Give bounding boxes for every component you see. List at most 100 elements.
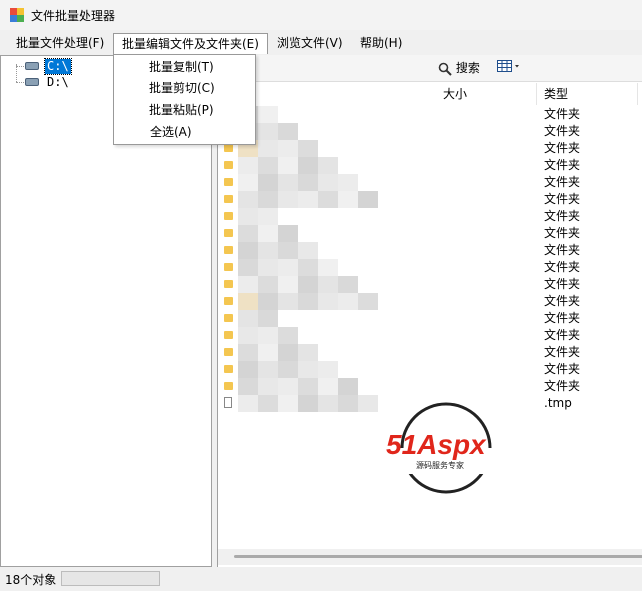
redacted-name-block (238, 208, 258, 225)
file-row[interactable]: 文件夹 (224, 174, 639, 191)
redacted-name-block (238, 327, 258, 344)
view-mode-button[interactable] (497, 59, 521, 77)
redacted-name-block (298, 140, 318, 157)
drive-icon (25, 78, 39, 86)
redacted-name-block (338, 395, 358, 412)
redacted-name-block (238, 395, 258, 412)
file-type-cell: .tmp (544, 396, 572, 410)
menu-batch-file[interactable]: 批量文件处理(F) (10, 33, 110, 53)
column-header-type[interactable]: 类型 (538, 83, 638, 105)
file-row[interactable]: 文件夹 (224, 276, 639, 293)
redacted-name-block (278, 344, 298, 361)
status-progress-bar (61, 571, 160, 586)
redacted-name-block (258, 140, 278, 157)
redacted-name-block (238, 259, 258, 276)
folder-icon (224, 161, 233, 169)
redacted-name-block (278, 140, 298, 157)
file-row[interactable]: 文件夹 (224, 259, 639, 276)
redacted-name-block (278, 293, 298, 310)
search-button[interactable]: 搜索 (438, 59, 480, 77)
folder-icon (224, 144, 233, 152)
file-toolbar: 搜索 (218, 55, 642, 82)
file-row[interactable]: 文件夹 (224, 123, 639, 140)
menu-item-batch-cut[interactable]: 批量剪切(C) (149, 78, 215, 98)
edit-dropdown-menu: 批量复制(T) 批量剪切(C) 批量粘贴(P) 全选(A) (113, 54, 256, 145)
folder-icon (224, 297, 233, 305)
file-row[interactable]: 文件夹 (224, 191, 639, 208)
file-row[interactable]: 文件夹 (224, 327, 639, 344)
redacted-name-block (298, 259, 318, 276)
file-type-cell: 文件夹 (544, 158, 581, 172)
redacted-name-block (258, 191, 278, 208)
folder-icon (224, 348, 233, 356)
file-row[interactable]: 文件夹 (224, 344, 639, 361)
redacted-name-block (338, 378, 358, 395)
redacted-name-block (258, 123, 278, 140)
redacted-name-block (278, 327, 298, 344)
folder-icon (224, 314, 233, 322)
file-type-cell: 文件夹 (544, 141, 581, 155)
tree-branch (16, 82, 24, 83)
redacted-name-block (238, 361, 258, 378)
file-row[interactable]: 文件夹 (224, 157, 639, 174)
menu-help[interactable]: 帮助(H) (354, 33, 408, 53)
redacted-name-block (298, 344, 318, 361)
redacted-name-block (298, 361, 318, 378)
redacted-name-block (258, 259, 278, 276)
redacted-name-block (278, 174, 298, 191)
column-header-size[interactable]: 大小 (437, 83, 537, 105)
file-row[interactable]: 文件夹 (224, 361, 639, 378)
folder-icon (224, 263, 233, 271)
file-row[interactable]: 文件夹 (224, 140, 639, 157)
file-row[interactable]: 文件夹 (224, 293, 639, 310)
redacted-name-block (238, 157, 258, 174)
redacted-name-block (298, 157, 318, 174)
file-type-cell: 文件夹 (544, 311, 581, 325)
file-row[interactable]: 文件夹 (224, 310, 639, 327)
file-row[interactable]: 文件夹 (224, 208, 639, 225)
folder-icon (224, 331, 233, 339)
redacted-name-block (278, 259, 298, 276)
file-type-cell: 文件夹 (544, 260, 581, 274)
redacted-name-block (258, 276, 278, 293)
title-bar: 文件批量处理器 (0, 0, 642, 30)
tree-node-label[interactable]: C:\ (44, 58, 72, 75)
file-row[interactable]: 文件夹 (224, 106, 639, 123)
redacted-name-block (238, 310, 258, 327)
file-row[interactable]: 文件夹 (224, 225, 639, 242)
file-row[interactable]: 文件夹 (224, 242, 639, 259)
redacted-name-block (278, 276, 298, 293)
file-type-cell: 文件夹 (544, 243, 581, 257)
file-type-cell: 文件夹 (544, 124, 581, 138)
menu-item-batch-copy[interactable]: 批量复制(T) (149, 57, 214, 77)
redacted-name-block (298, 293, 318, 310)
tree-node-label[interactable]: D:\ (45, 75, 71, 90)
folder-icon (224, 365, 233, 373)
file-icon (224, 397, 232, 408)
redacted-name-block (258, 310, 278, 327)
watermark-brand-51: 51Aspx (386, 429, 487, 460)
watermark-tagline: 源码服务专家 (416, 460, 464, 470)
horizontal-scrollbar[interactable] (218, 549, 642, 565)
redacted-name-block (238, 276, 258, 293)
menu-browse[interactable]: 浏览文件(V) (271, 33, 349, 53)
menu-batch-edit[interactable]: 批量编辑文件及文件夹(E) (113, 33, 268, 54)
redacted-name-block (318, 361, 338, 378)
menu-bar: 批量文件处理(F) 批量编辑文件及文件夹(E) 浏览文件(V) 帮助(H) (0, 33, 642, 55)
redacted-name-block (258, 106, 278, 123)
redacted-name-block (278, 123, 298, 140)
redacted-name-block (338, 174, 358, 191)
file-row[interactable]: 文件夹 (224, 378, 639, 395)
folder-icon (224, 382, 233, 390)
redacted-name-block (238, 174, 258, 191)
menu-item-select-all[interactable]: 全选(A) (150, 122, 192, 142)
folder-icon (224, 212, 233, 220)
scrollbar-thumb[interactable] (234, 555, 642, 558)
redacted-name-block (258, 327, 278, 344)
file-type-cell: 文件夹 (544, 226, 581, 240)
redacted-name-block (318, 395, 338, 412)
menu-item-batch-paste[interactable]: 批量粘贴(P) (149, 100, 214, 120)
redacted-name-block (298, 395, 318, 412)
redacted-name-block (278, 378, 298, 395)
redacted-name-block (278, 225, 298, 242)
